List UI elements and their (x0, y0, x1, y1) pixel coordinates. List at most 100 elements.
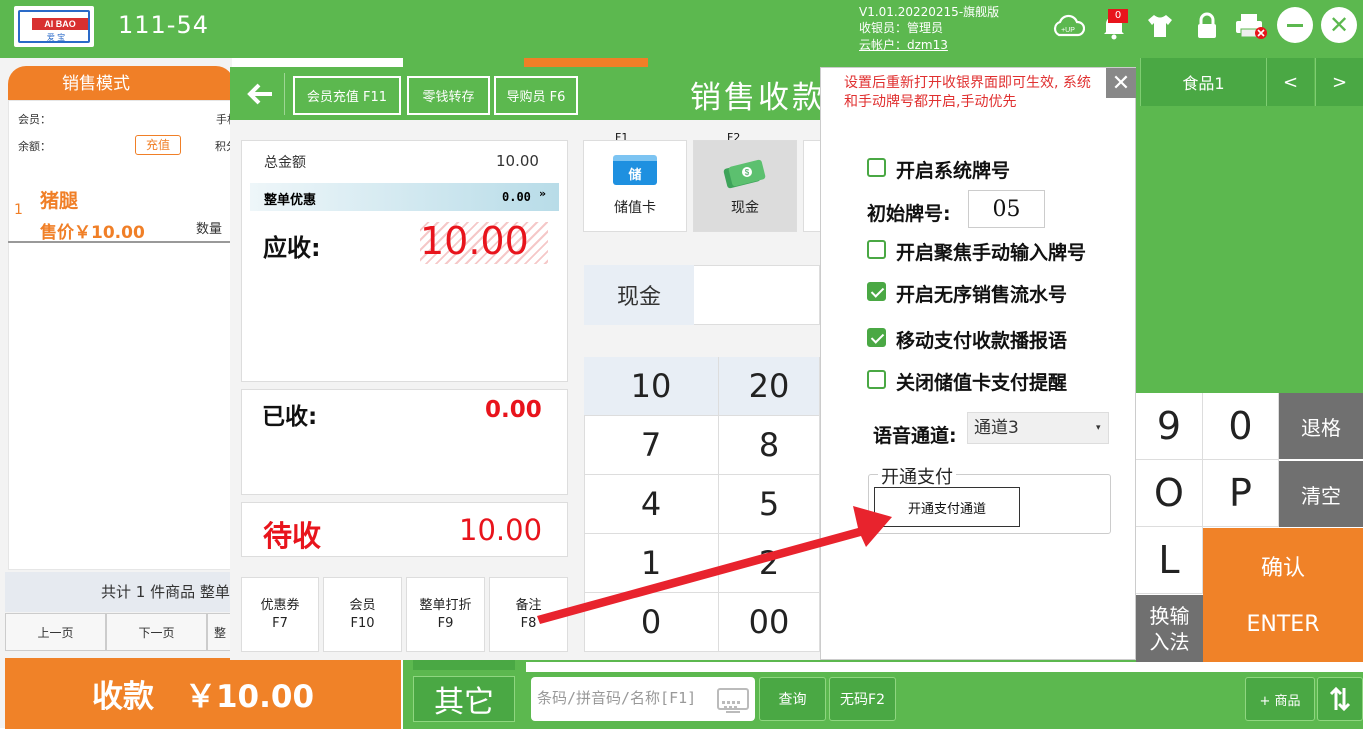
add-goods-button[interactable]: + 商品 (1245, 677, 1315, 721)
received-value: 0.00 (485, 397, 542, 423)
coupon-button[interactable]: 优惠券 F7 (241, 577, 319, 652)
cloud-account-link[interactable]: 云帐户：dzm13 (859, 37, 948, 53)
enter-label: ENTER (1246, 612, 1320, 637)
change-deposit-button[interactable]: 零钱转存 (407, 76, 490, 115)
category-next-button[interactable]: > (1315, 58, 1363, 106)
close-app-button[interactable]: ✕ (1321, 7, 1357, 43)
unordered-serial-checkbox[interactable] (867, 282, 886, 301)
focus-manual-label: 开启聚焦手动输入牌号 (896, 242, 1087, 264)
cart-panel (8, 100, 232, 570)
recharge-button[interactable]: 充值 (135, 135, 181, 155)
lock-icon[interactable] (1190, 9, 1224, 43)
open-pay-group-label: 开通支付 (878, 463, 956, 489)
close-card-reminder-label: 关闭储值卡支付提醒 (896, 372, 1068, 394)
goods-grid-edge (526, 662, 1363, 672)
cash-icon: $ (723, 159, 766, 189)
numpad-0[interactable]: 0 (584, 593, 719, 652)
switch-ime-button[interactable]: 换输入法 (1136, 595, 1203, 662)
search-placeholder: 条码/拼音码/名称[F1] (537, 689, 697, 707)
cloud-icon[interactable]: +UP (1051, 9, 1085, 43)
key-p[interactable]: P (1203, 460, 1279, 527)
popup-close-button[interactable]: ✕ (1106, 68, 1136, 98)
discount-label: 整单优惠 (264, 193, 317, 208)
tab-sale-mode[interactable]: 销售模式 (8, 66, 234, 100)
numpad-7[interactable]: 7 (584, 416, 719, 475)
chevron-down-icon: » (539, 187, 547, 200)
discount-row[interactable]: 整单优惠 0.00 » (250, 183, 559, 211)
sort-button[interactable] (1317, 677, 1363, 721)
backspace-button[interactable]: 退格 (1279, 393, 1363, 459)
key-l[interactable]: L (1136, 527, 1203, 594)
stored-value-card-button[interactable]: 储 储值卡 (583, 140, 687, 232)
voice-broadcast-label: 移动支付收款播报语 (896, 330, 1068, 352)
close-card-reminder-checkbox[interactable] (867, 370, 886, 389)
search-input[interactable]: 条码/拼音码/名称[F1] (531, 677, 755, 721)
other-button[interactable]: 其它 (413, 676, 515, 722)
start-no-label: 初始牌号: (867, 203, 951, 225)
minimize-button[interactable] (1277, 7, 1313, 43)
category-prev-button[interactable]: < (1266, 58, 1314, 106)
close-icon: ✕ (1328, 11, 1350, 39)
numpad-20[interactable]: 20 (719, 357, 820, 416)
cash-payment-label: 现金 (731, 200, 759, 216)
member-button[interactable]: 会员 F10 (323, 577, 402, 652)
query-button[interactable]: 查询 (759, 677, 826, 721)
start-no-input[interactable]: 05 (968, 190, 1045, 228)
member-label: 会员： (18, 113, 51, 126)
system-no-checkbox[interactable] (867, 158, 886, 177)
voice-channel-label: 语音通道: (873, 425, 957, 447)
tab-food1[interactable]: 食品1 (1140, 58, 1266, 106)
svg-text:+UP: +UP (1061, 27, 1075, 34)
tshirt-icon[interactable] (1143, 9, 1177, 43)
next-page-button[interactable]: 下一页 (106, 613, 207, 651)
no-code-button[interactable]: 无码F2 (829, 677, 896, 721)
due-label: 应收: (263, 234, 321, 262)
remark-button[interactable]: 备注 F8 (489, 577, 568, 652)
pending-label: 待收 (263, 519, 322, 553)
numpad-10[interactable]: 10 (584, 357, 719, 416)
item-divider (8, 241, 232, 243)
back-button[interactable] (238, 73, 282, 115)
prev-page-button[interactable]: 上一页 (5, 613, 106, 651)
keyboard-icon[interactable] (717, 688, 749, 713)
balance-label: 余额： (18, 140, 51, 153)
numpad-5[interactable]: 5 (719, 475, 820, 534)
key-o[interactable]: O (1136, 460, 1203, 527)
due-value: 10.00 (420, 219, 529, 263)
total-label: 总金额 (264, 155, 306, 171)
system-no-label: 开启系统牌号 (896, 160, 1011, 182)
phone-label: 手机 (216, 113, 230, 126)
cash-label: 现金 (584, 265, 694, 325)
pay-button[interactable]: 收款 ￥10.00 (5, 658, 401, 729)
numpad-2[interactable]: 2 (719, 534, 820, 593)
item-name[interactable]: 猪腿 (40, 186, 78, 213)
remark-key: F8 (520, 615, 537, 631)
voice-broadcast-checkbox[interactable] (867, 328, 886, 347)
voice-channel-select[interactable]: 通道3 ▾ (967, 412, 1109, 444)
points-label: 积分 (215, 140, 230, 153)
numpad-1[interactable]: 1 (584, 534, 719, 593)
remark-label: 备注 (515, 597, 542, 613)
focus-manual-checkbox[interactable] (867, 240, 886, 259)
confirm-label: 确认 (1260, 556, 1305, 581)
settings-note: 设置后重新打开收银界面即可生效, 系统和手动牌号都开启,手动优先 (844, 75, 1091, 110)
member-recharge-button[interactable]: 会员充值 F11 (293, 76, 401, 115)
payment-method-partial[interactable] (803, 140, 820, 232)
card-icon: 储 (613, 155, 657, 185)
printer-icon[interactable] (1232, 9, 1270, 43)
numpad-8[interactable]: 8 (719, 416, 820, 475)
numpad-4[interactable]: 4 (584, 475, 719, 534)
order-discount-key: F9 (437, 615, 454, 631)
open-pay-channel-button[interactable]: 开通支付通道 (874, 487, 1020, 527)
cash-payment-button[interactable]: $ 现金 (693, 140, 797, 232)
logo-sub: 爱 宝 (46, 33, 66, 42)
key-9[interactable]: 9 (1136, 393, 1203, 460)
numpad-00[interactable]: 00 (719, 593, 820, 652)
clear-button[interactable]: 清空 (1279, 461, 1363, 527)
header-divider (284, 73, 285, 115)
key-0[interactable]: 0 (1203, 393, 1279, 460)
confirm-button[interactable]: 确认 ENTER (1203, 528, 1363, 662)
sort-icon (1329, 686, 1351, 712)
order-discount-button[interactable]: 整单打折 F9 (406, 577, 485, 652)
salesperson-button[interactable]: 导购员 F6 (494, 76, 578, 115)
